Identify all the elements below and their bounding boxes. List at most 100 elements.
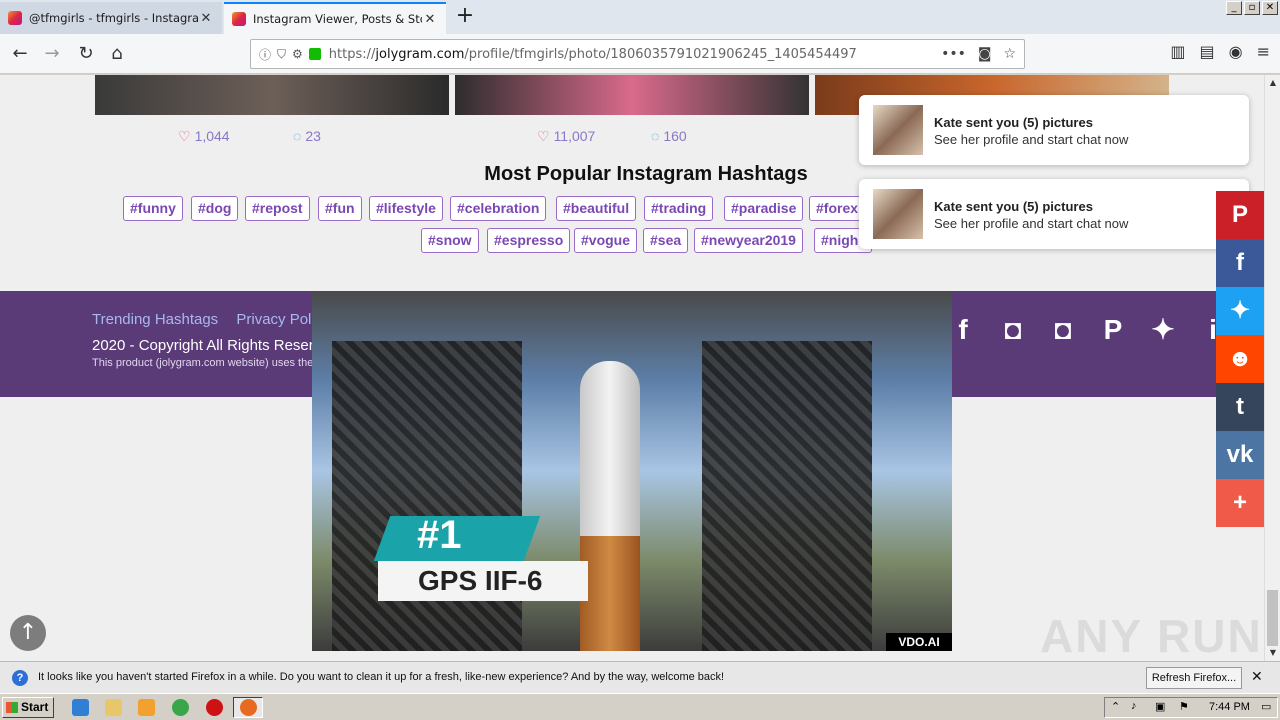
close-tab-icon[interactable]: ✕ bbox=[198, 11, 214, 26]
firefox-taskbar-button[interactable] bbox=[233, 697, 263, 718]
volume-icon[interactable]: ♪ bbox=[1131, 700, 1137, 712]
account-icon[interactable]: ◉ bbox=[1229, 42, 1243, 61]
close-tab-icon[interactable]: ✕ bbox=[422, 12, 438, 27]
hashtag-link[interactable]: #paradise bbox=[724, 196, 804, 221]
video-brand-badge[interactable]: VDO.AI bbox=[886, 633, 952, 651]
url-text: https://jolygram.com/profile/tfmgirls/ph… bbox=[328, 46, 857, 62]
share-twitter-icon[interactable]: ✦ bbox=[1216, 287, 1264, 335]
notification-popup[interactable]: Kate sent you (5) pictures See her profi… bbox=[859, 179, 1249, 249]
share-vk-icon[interactable]: vk bbox=[1216, 431, 1264, 479]
tab-instagram-viewer[interactable]: Instagram Viewer, Posts & Story & ✕ bbox=[224, 2, 446, 34]
close-icon[interactable]: ✕ bbox=[1251, 668, 1263, 685]
scroll-down-icon[interactable]: ▼ bbox=[1265, 645, 1280, 661]
lock-icon[interactable] bbox=[308, 48, 321, 60]
opera-icon[interactable] bbox=[206, 699, 223, 716]
video-ad-player[interactable]: #1 GPS IIF-6 VDO.AI bbox=[312, 291, 952, 651]
hashtag-link[interactable]: #trading bbox=[644, 196, 714, 221]
explorer-icon[interactable] bbox=[105, 699, 122, 716]
notification-message: It looks like you haven't started Firefo… bbox=[38, 671, 725, 683]
tab-tfmgirls[interactable]: @tfmgirls - tfmgirls - Instagram Po ✕ bbox=[0, 2, 222, 34]
home-icon[interactable]: ⌂ bbox=[103, 40, 131, 68]
info-icon[interactable]: ⓘ bbox=[259, 46, 271, 63]
browser-titlebar: @tfmgirls - tfmgirls - Instagram Po ✕ In… bbox=[0, 0, 1280, 34]
instagram-icon[interactable]: ◘ bbox=[1046, 313, 1080, 347]
twitter-icon[interactable]: ✦ bbox=[1146, 313, 1180, 347]
hashtag-link[interactable]: #lifestyle bbox=[369, 196, 443, 221]
rocket-image bbox=[580, 361, 640, 651]
start-button[interactable]: Start bbox=[2, 697, 54, 718]
hashtag-link[interactable]: #newyear2019 bbox=[694, 228, 803, 253]
scroll-up-icon[interactable]: ▲ bbox=[1265, 75, 1280, 91]
clock[interactable]: 7:44 PM bbox=[1209, 701, 1250, 713]
post-thumbnail[interactable] bbox=[95, 75, 449, 115]
hashtag-link[interactable]: #funny bbox=[123, 196, 183, 221]
page-scrollbar[interactable]: ▲ ▼ bbox=[1264, 75, 1280, 661]
instagram-favicon-icon bbox=[232, 12, 246, 26]
notification-subtitle: See her profile and start chat now bbox=[934, 216, 1129, 231]
close-window-button[interactable]: ✕ bbox=[1262, 1, 1278, 15]
forward-icon[interactable]: → bbox=[38, 40, 66, 68]
comment-icon: ◌ bbox=[651, 128, 660, 144]
hashtag-link[interactable]: #repost bbox=[245, 196, 310, 221]
refresh-firefox-button[interactable]: Refresh Firefox... bbox=[1146, 667, 1242, 689]
hashtag-link[interactable]: #sea bbox=[643, 228, 689, 253]
permissions-icon[interactable]: ⚙ bbox=[292, 47, 303, 61]
chrome-icon[interactable] bbox=[172, 699, 189, 716]
share-reddit-icon[interactable]: ☻ bbox=[1216, 335, 1264, 383]
launch-tower bbox=[702, 341, 872, 651]
bookmark-star-icon[interactable]: ☆ bbox=[1003, 46, 1016, 62]
scroll-to-top-icon[interactable]: ↑ bbox=[10, 615, 46, 651]
post-likes: ♡ 11,007 bbox=[537, 128, 596, 144]
hashtag-link[interactable]: #snow bbox=[421, 228, 479, 253]
share-pinterest-icon[interactable]: P bbox=[1216, 191, 1264, 239]
share-tumblr-icon[interactable]: t bbox=[1216, 383, 1264, 431]
hashtag-link[interactable]: #fun bbox=[318, 196, 362, 221]
system-tray: ⌃ ♪ ▣ ⚑ 7:44 PM ▭ bbox=[1104, 697, 1278, 718]
notification-avatar bbox=[873, 105, 923, 155]
firefox-notification-bar: ? It looks like you haven't started Fire… bbox=[0, 661, 1280, 693]
notification-avatar bbox=[873, 189, 923, 239]
minimize-button[interactable]: _ bbox=[1226, 1, 1242, 15]
instagram-icon[interactable]: ◘ bbox=[996, 313, 1030, 347]
share-facebook-icon[interactable]: f bbox=[1216, 239, 1264, 287]
url-bar[interactable]: ⓘ ⛉ ⚙ https://jolygram.com/profile/tfmgi… bbox=[250, 39, 1025, 69]
footer-link-privacy[interactable]: Privacy Polic bbox=[236, 311, 322, 328]
library-icon[interactable]: ▥ bbox=[1170, 42, 1185, 61]
caption-number: #1 bbox=[417, 513, 462, 557]
hashtag-link[interactable]: #espresso bbox=[487, 228, 571, 253]
anyrun-watermark: ANY RUN bbox=[1040, 610, 1263, 661]
media-player-icon[interactable] bbox=[138, 699, 155, 716]
chevron-up-icon[interactable]: ⌃ bbox=[1111, 700, 1120, 713]
hashtag-link[interactable]: #vogue bbox=[574, 228, 638, 253]
flag-icon[interactable]: ⚑ bbox=[1179, 700, 1189, 713]
ie-icon[interactable] bbox=[72, 699, 89, 716]
heart-icon: ♡ bbox=[178, 128, 191, 144]
hashtag-link[interactable]: #beautiful bbox=[556, 196, 637, 221]
post-thumbnail[interactable] bbox=[455, 75, 809, 115]
page-content: ♡ 1,044 ◌ 23 ♡ 11,007 ◌ 160 Most Popular Ins… bbox=[0, 75, 1264, 661]
new-tab-button[interactable]: + bbox=[452, 4, 478, 30]
page-actions-icon[interactable]: ••• bbox=[941, 46, 966, 62]
window-controls: _ ▫ ✕ bbox=[1226, 1, 1278, 15]
network-icon[interactable]: ▣ bbox=[1155, 700, 1165, 713]
hashtag-link[interactable]: #forex bbox=[809, 196, 866, 221]
hashtag-link[interactable]: #celebration bbox=[450, 196, 547, 221]
notification-subtitle: See her profile and start chat now bbox=[934, 132, 1129, 147]
shield-icon[interactable]: ⛉ bbox=[277, 47, 286, 62]
heart-icon: ♡ bbox=[537, 128, 550, 144]
footer-link-trending[interactable]: Trending Hashtags bbox=[92, 311, 218, 328]
pinterest-icon[interactable]: P bbox=[1096, 313, 1130, 347]
reload-icon[interactable]: ↻ bbox=[72, 40, 100, 68]
navigation-toolbar: ← → ↻ ⌂ ⓘ ⛉ ⚙ https://jolygram.com/profi… bbox=[0, 34, 1280, 74]
scrollbar-thumb[interactable] bbox=[1267, 590, 1278, 646]
maximize-button[interactable]: ▫ bbox=[1244, 1, 1260, 15]
menu-icon[interactable]: ≡ bbox=[1257, 42, 1270, 61]
sidebar-icon[interactable]: ▤ bbox=[1200, 42, 1215, 61]
back-icon[interactable]: ← bbox=[6, 40, 34, 68]
hashtag-link[interactable]: #dog bbox=[191, 196, 239, 221]
show-desktop-icon[interactable]: ▭ bbox=[1261, 700, 1271, 713]
pocket-icon[interactable]: ◙ bbox=[978, 46, 992, 62]
notification-popup[interactable]: Kate sent you (5) pictures See her profi… bbox=[859, 95, 1249, 165]
caption-label: GPS IIF-6 bbox=[378, 561, 588, 601]
share-more-icon[interactable]: + bbox=[1216, 479, 1264, 527]
